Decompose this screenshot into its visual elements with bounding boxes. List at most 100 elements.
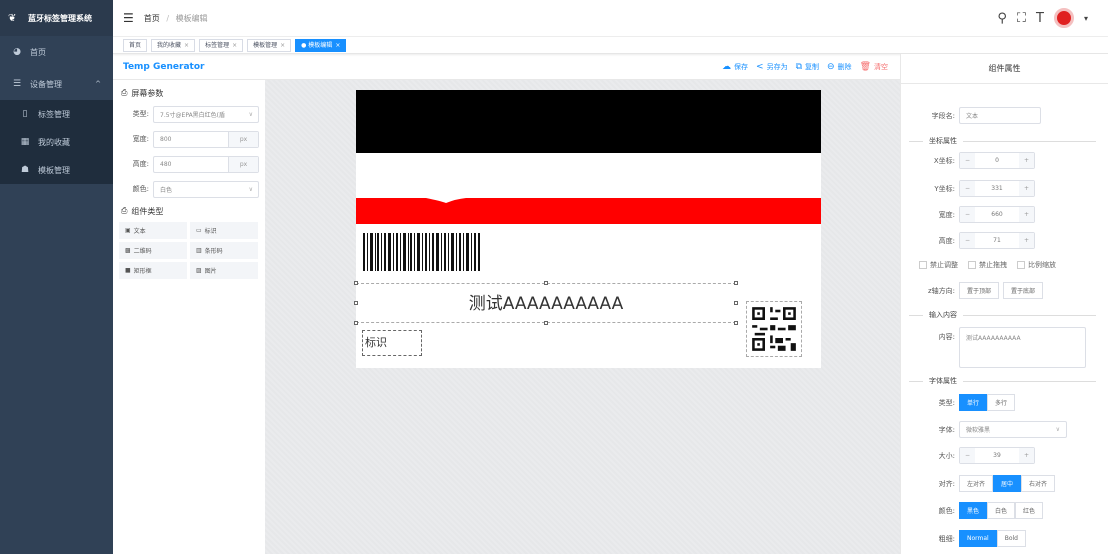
close-icon[interactable]: × xyxy=(184,42,189,49)
resize-handle[interactable] xyxy=(354,281,358,285)
minus-button[interactable]: − xyxy=(960,181,975,196)
screen-color-select[interactable]: 白色 ∨ xyxy=(153,180,259,198)
plus-button[interactable]: + xyxy=(1019,448,1034,463)
component-qrcode[interactable]: ▩ 二维码 xyxy=(119,242,187,259)
search-icon[interactable]: ⚲ xyxy=(997,11,1007,26)
send-to-bottom-button[interactable]: 置于底部 xyxy=(1003,282,1044,299)
barcode-element[interactable] xyxy=(363,233,481,271)
align-left-button[interactable]: 左对齐 xyxy=(959,475,994,492)
screen-type-select[interactable]: 7.5寸@EPA黑白红色(盾 ∨ xyxy=(153,105,259,123)
tag-home[interactable]: 首页 xyxy=(123,38,148,52)
caret-down-icon[interactable]: ▾ xyxy=(1084,14,1088,23)
tags-view: 首页 我的收藏 × 标签管理 × 模板管理 × ● 模板编辑 × xyxy=(113,37,1108,54)
screen-width-input[interactable]: 800 px xyxy=(153,130,259,148)
resize-handle[interactable] xyxy=(734,281,738,285)
marker-text-element[interactable]: 标识 xyxy=(362,330,422,356)
minus-button[interactable]: − xyxy=(960,153,975,168)
color-black-button[interactable]: 黑色 xyxy=(959,502,988,519)
x-stepper[interactable]: −0 + xyxy=(959,152,1035,169)
minus-button[interactable]: − xyxy=(960,448,975,463)
resize-handle[interactable] xyxy=(544,321,548,325)
minus-button[interactable]: − xyxy=(960,207,975,222)
color-white-button[interactable]: 白色 xyxy=(987,502,1016,519)
plus-button[interactable]: + xyxy=(1019,153,1034,168)
component-rectangle[interactable]: ■ 矩形框 xyxy=(119,262,187,279)
tag-favorites[interactable]: 我的收藏 × xyxy=(151,38,196,52)
y-stepper[interactable]: −331 + xyxy=(959,180,1035,197)
bring-to-top-button[interactable]: 置于顶部 xyxy=(959,282,1000,299)
sidebar-item-tags[interactable]: ▯ 标签管理 xyxy=(0,100,113,128)
tag-template-edit[interactable]: ● 模板编辑 × xyxy=(295,38,347,52)
font-size-stepper[interactable]: −39 + xyxy=(959,447,1035,464)
text-icon: ▣ xyxy=(125,227,131,234)
tag-tag-management[interactable]: 标签管理 × xyxy=(199,38,244,52)
single-line-button[interactable]: 单行 xyxy=(959,394,988,411)
save-as-button[interactable]: < 另存为 xyxy=(756,62,788,72)
resize-handle[interactable] xyxy=(734,321,738,325)
weight-normal-button[interactable]: Normal xyxy=(959,530,997,547)
close-icon[interactable]: × xyxy=(280,42,285,49)
main-text-element[interactable]: 测试AAAAAAAAAA xyxy=(356,283,736,323)
content-textarea[interactable]: 测试AAAAAAAAAA xyxy=(959,327,1086,368)
sidebar-item-home[interactable]: ◕ 首页 xyxy=(0,36,113,68)
field-name-input[interactable]: 文本 xyxy=(959,107,1041,124)
align-center-button[interactable]: 居中 xyxy=(993,475,1022,492)
color-red-button[interactable]: 红色 xyxy=(1015,502,1044,519)
weight-bold-button[interactable]: Bold xyxy=(996,530,1026,547)
close-icon[interactable]: × xyxy=(232,42,237,49)
copy-button[interactable]: ⧉ 复制 xyxy=(796,62,819,72)
align-right-button[interactable]: 右对齐 xyxy=(1021,475,1056,492)
sidebar-item-templates[interactable]: ☗ 模板管理 xyxy=(0,156,113,184)
plus-button[interactable]: + xyxy=(1019,181,1034,196)
stepper-value[interactable]: 71 xyxy=(975,237,1019,244)
black-bar-element[interactable] xyxy=(356,90,821,153)
x-row: X坐标: −0 + xyxy=(901,152,1035,169)
screen-height-input[interactable]: 480 px xyxy=(153,155,259,173)
field-label: X坐标: xyxy=(933,156,955,165)
resize-handle[interactable] xyxy=(734,301,738,305)
keep-ratio-checkbox[interactable]: 比例缩放 xyxy=(1017,260,1056,270)
stepper-value[interactable]: 331 xyxy=(975,185,1019,192)
top-right-tools: ⚲ ⛶ T ▾ xyxy=(997,8,1088,28)
breadcrumb-home[interactable]: 首页 xyxy=(144,14,160,23)
label-canvas[interactable]: 测试AAAAAAAAAA 标识 xyxy=(354,90,821,368)
component-image[interactable]: ▨ 图片 xyxy=(190,262,258,279)
lock-resize-checkbox[interactable]: 禁止调整 xyxy=(919,260,958,270)
avatar[interactable] xyxy=(1053,8,1074,28)
resize-handle[interactable] xyxy=(544,281,548,285)
plus-button[interactable]: + xyxy=(1019,233,1034,248)
chevron-down-icon: ∨ xyxy=(248,110,253,118)
editor-toolbar: Temp Generator ☁ 保存 < 另存为 ⧉ 复制 ⊖ 删除 🗑 清空 xyxy=(113,54,900,80)
delete-button[interactable]: ⊖ 删除 xyxy=(827,62,852,72)
multi-line-button[interactable]: 多行 xyxy=(987,394,1016,411)
tag-template-management[interactable]: 模板管理 × xyxy=(247,38,292,52)
width-stepper[interactable]: −660 + xyxy=(959,206,1035,223)
stepper-value[interactable]: 39 xyxy=(975,452,1019,459)
checkbox-label: 禁止拖拽 xyxy=(979,261,1007,269)
component-marker[interactable]: ▭ 标识 xyxy=(190,222,258,239)
font-size-icon[interactable]: T xyxy=(1036,11,1044,26)
save-button[interactable]: ☁ 保存 xyxy=(722,62,748,72)
content-row: 内容: 测试AAAAAAAAAA xyxy=(901,327,1086,368)
font-select[interactable]: 微软雅黑 ∨ xyxy=(959,421,1067,438)
lock-drag-checkbox[interactable]: 禁止拖拽 xyxy=(968,260,1007,270)
component-icon: ⎙ xyxy=(121,206,128,215)
fullscreen-icon[interactable]: ⛶ xyxy=(1017,11,1026,26)
canvas-area[interactable]: 测试AAAAAAAAAA 标识 xyxy=(265,80,900,554)
close-icon[interactable]: × xyxy=(335,42,340,49)
qrcode-element[interactable] xyxy=(746,301,802,357)
minus-button[interactable]: − xyxy=(960,233,975,248)
component-barcode[interactable]: ▥ 条形码 xyxy=(190,242,258,259)
sidebar-item-devices[interactable]: ☰ 设备管理 ^ xyxy=(0,68,113,100)
resize-handle[interactable] xyxy=(354,301,358,305)
sidebar-item-favorites[interactable]: ▦ 我的收藏 xyxy=(0,128,113,156)
clear-button[interactable]: 🗑 清空 xyxy=(860,62,888,72)
height-row: 高度: 480 px xyxy=(113,155,265,173)
hamburger-icon[interactable]: ☰ xyxy=(123,11,134,25)
plus-button[interactable]: + xyxy=(1019,207,1034,222)
stepper-value[interactable]: 0 xyxy=(975,157,1019,164)
stepper-value[interactable]: 660 xyxy=(975,211,1019,218)
resize-handle[interactable] xyxy=(354,321,358,325)
height-stepper[interactable]: −71 + xyxy=(959,232,1035,249)
component-text[interactable]: ▣ 文本 xyxy=(119,222,187,239)
